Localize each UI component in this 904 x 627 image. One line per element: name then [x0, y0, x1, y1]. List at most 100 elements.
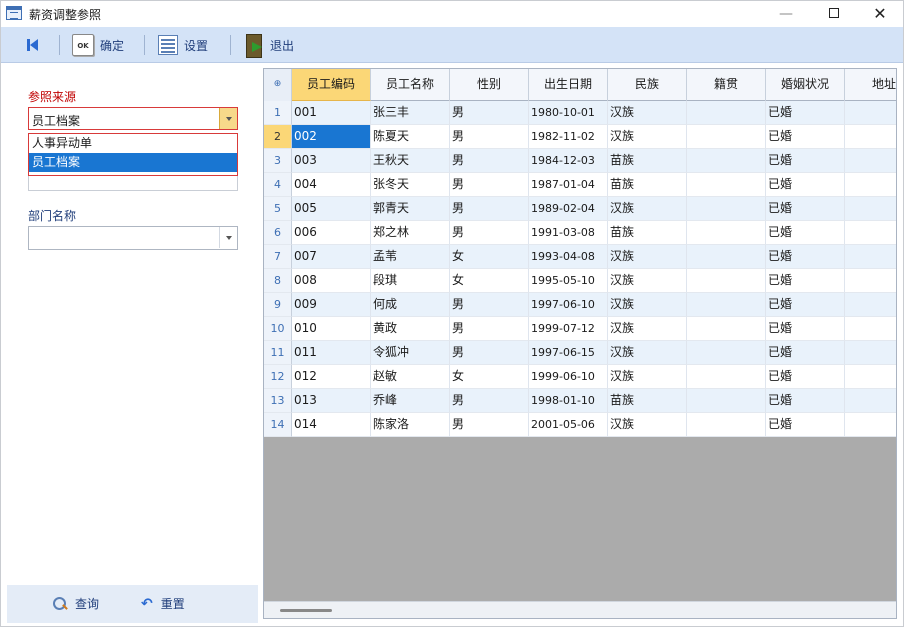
source-option-selected[interactable]: 员工档案	[29, 153, 237, 172]
cell-nation[interactable]: 汉族	[608, 125, 687, 149]
cell-code[interactable]: 009	[292, 293, 371, 317]
dept-combo[interactable]	[28, 226, 238, 250]
cell-origin[interactable]	[687, 269, 766, 293]
cell-code[interactable]: 011	[292, 341, 371, 365]
cell-nation[interactable]: 汉族	[608, 413, 687, 437]
row-number[interactable]: 12	[264, 365, 292, 389]
cell-birth[interactable]: 1997-06-15	[529, 341, 608, 365]
cell-name[interactable]: 张三丰	[371, 101, 450, 125]
cell-name[interactable]: 何成	[371, 293, 450, 317]
table-row[interactable]: 8 008 段琪女 1995-05-10 汉族 已婚	[264, 269, 896, 293]
cell-sex[interactable]: 女	[450, 269, 529, 293]
cell-sex[interactable]: 男	[450, 341, 529, 365]
cell-nation[interactable]: 汉族	[608, 365, 687, 389]
cell-code[interactable]: 002	[292, 125, 371, 149]
cell-addr[interactable]	[845, 149, 896, 173]
cell-name[interactable]: 孟苇	[371, 245, 450, 269]
cell-name[interactable]: 令狐冲	[371, 341, 450, 365]
row-number[interactable]: 6	[264, 221, 292, 245]
cell-name[interactable]: 陈夏天	[371, 125, 450, 149]
cell-origin[interactable]	[687, 341, 766, 365]
cell-marital[interactable]: 已婚	[766, 293, 845, 317]
cell-marital[interactable]: 已婚	[766, 101, 845, 125]
cell-sex[interactable]: 女	[450, 245, 529, 269]
minimize-button[interactable]: —	[763, 1, 809, 27]
table-row[interactable]: 10 010 黄政男 1999-07-12 汉族 已婚	[264, 317, 896, 341]
cell-sex[interactable]: 男	[450, 101, 529, 125]
table-row[interactable]: 3 003 王秋天男 1984-12-03 苗族 已婚	[264, 149, 896, 173]
cell-marital[interactable]: 已婚	[766, 149, 845, 173]
cell-birth[interactable]: 1982-11-02	[529, 125, 608, 149]
cell-sex[interactable]: 男	[450, 293, 529, 317]
row-number[interactable]: 13	[264, 389, 292, 413]
cell-sex[interactable]: 男	[450, 197, 529, 221]
cell-origin[interactable]	[687, 293, 766, 317]
column-header[interactable]: 地址	[845, 69, 896, 101]
cell-sex[interactable]: 男	[450, 413, 529, 437]
cell-addr[interactable]	[845, 389, 896, 413]
cell-sex[interactable]: 男	[450, 317, 529, 341]
first-record-button[interactable]	[25, 33, 41, 57]
cell-origin[interactable]	[687, 389, 766, 413]
cell-origin[interactable]	[687, 221, 766, 245]
cell-addr[interactable]	[845, 101, 896, 125]
cell-birth[interactable]: 1993-04-08	[529, 245, 608, 269]
cell-name[interactable]: 赵敏	[371, 365, 450, 389]
row-number[interactable]: 8	[264, 269, 292, 293]
cell-nation[interactable]: 苗族	[608, 221, 687, 245]
cell-marital[interactable]: 已婚	[766, 245, 845, 269]
query-button[interactable]: 查询	[53, 595, 99, 612]
cell-name[interactable]: 乔峰	[371, 389, 450, 413]
cell-code[interactable]: 012	[292, 365, 371, 389]
table-row[interactable]: 11 011 令狐冲男 1997-06-15 汉族 已婚	[264, 341, 896, 365]
table-row[interactable]: 9 009 何成男 1997-06-10 汉族 已婚	[264, 293, 896, 317]
close-button[interactable]: ✕	[857, 1, 903, 27]
table-row[interactable]: 7 007 孟苇女 1993-04-08 汉族 已婚	[264, 245, 896, 269]
row-number[interactable]: 3	[264, 149, 292, 173]
column-header[interactable]: 民族	[608, 69, 687, 101]
cell-origin[interactable]	[687, 173, 766, 197]
table-row[interactable]: 12 012 赵敏女 1999-06-10 汉族 已婚	[264, 365, 896, 389]
row-number[interactable]: 2	[264, 125, 292, 149]
cell-origin[interactable]	[687, 125, 766, 149]
row-number[interactable]: 9	[264, 293, 292, 317]
row-number[interactable]: 7	[264, 245, 292, 269]
cell-marital[interactable]: 已婚	[766, 389, 845, 413]
cell-name[interactable]: 段琪	[371, 269, 450, 293]
column-header[interactable]: 婚姻状况	[766, 69, 845, 101]
cell-addr[interactable]	[845, 125, 896, 149]
cell-sex[interactable]: 男	[450, 149, 529, 173]
row-number[interactable]: 11	[264, 341, 292, 365]
reset-button[interactable]: ↶ 重置	[141, 595, 185, 612]
table-row[interactable]: 6 006 郑之林男 1991-03-08 苗族 已婚	[264, 221, 896, 245]
cell-birth[interactable]: 1999-06-10	[529, 365, 608, 389]
cell-nation[interactable]: 苗族	[608, 149, 687, 173]
cell-nation[interactable]: 苗族	[608, 389, 687, 413]
scrollbar-thumb[interactable]	[280, 609, 332, 612]
cell-addr[interactable]	[845, 197, 896, 221]
column-header[interactable]: 性别	[450, 69, 529, 101]
maximize-button[interactable]	[811, 1, 857, 27]
cell-addr[interactable]	[845, 365, 896, 389]
cell-code[interactable]: 008	[292, 269, 371, 293]
cell-origin[interactable]	[687, 149, 766, 173]
cell-addr[interactable]	[845, 269, 896, 293]
cell-birth[interactable]: 1984-12-03	[529, 149, 608, 173]
cell-name[interactable]: 郑之林	[371, 221, 450, 245]
cell-name[interactable]: 陈家洛	[371, 413, 450, 437]
cell-nation[interactable]: 汉族	[608, 197, 687, 221]
cell-name[interactable]: 王秋天	[371, 149, 450, 173]
cell-marital[interactable]: 已婚	[766, 125, 845, 149]
cell-code[interactable]: 014	[292, 413, 371, 437]
cell-name[interactable]: 郭青天	[371, 197, 450, 221]
cell-sex[interactable]: 男	[450, 173, 529, 197]
table-row[interactable]: 14 014 陈家洛男 2001-05-06 汉族 已婚	[264, 413, 896, 437]
table-row[interactable]: 5 005 郭青天男 1989-02-04 汉族 已婚	[264, 197, 896, 221]
cell-nation[interactable]: 汉族	[608, 269, 687, 293]
cell-origin[interactable]	[687, 365, 766, 389]
cell-nation[interactable]: 汉族	[608, 317, 687, 341]
cell-nation[interactable]: 汉族	[608, 293, 687, 317]
cell-marital[interactable]: 已婚	[766, 413, 845, 437]
cell-addr[interactable]	[845, 245, 896, 269]
cell-code[interactable]: 013	[292, 389, 371, 413]
